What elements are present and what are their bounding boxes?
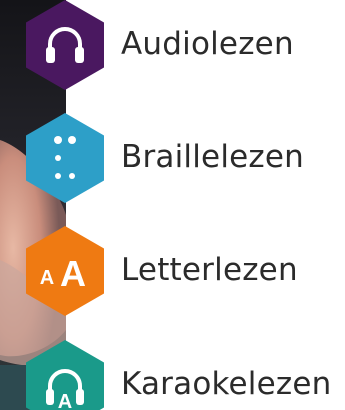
braille-dots-icon: [54, 136, 76, 179]
karaoke-headphones-icon: A: [46, 369, 84, 410]
menu-item-audiolezen[interactable]: Audiolezen: [0, 0, 345, 90]
menu-item-label: Audiolezen: [121, 26, 294, 62]
hexagon-badge: [26, 113, 104, 203]
menu-item-braillelezen[interactable]: Braillelezen: [0, 113, 345, 203]
menu-item-karaokelezen[interactable]: A Karaokelezen: [0, 340, 345, 410]
menu-item-letterlezen[interactable]: A A Letterlezen: [0, 226, 345, 316]
menu-item-label: Letterlezen: [121, 252, 298, 288]
svg-text:A: A: [40, 267, 54, 289]
hexagon-badge: A: [26, 340, 104, 410]
menu-item-label: Karaokelezen: [121, 366, 332, 402]
menu-item-label: Braillelezen: [121, 139, 304, 175]
svg-text:A: A: [58, 391, 72, 410]
hexagon-badge: [26, 0, 104, 90]
hexagon-badge: A A: [26, 226, 104, 316]
font-size-icon: A A: [40, 253, 86, 294]
svg-text:A: A: [60, 253, 86, 294]
headphones-icon: [46, 27, 84, 63]
